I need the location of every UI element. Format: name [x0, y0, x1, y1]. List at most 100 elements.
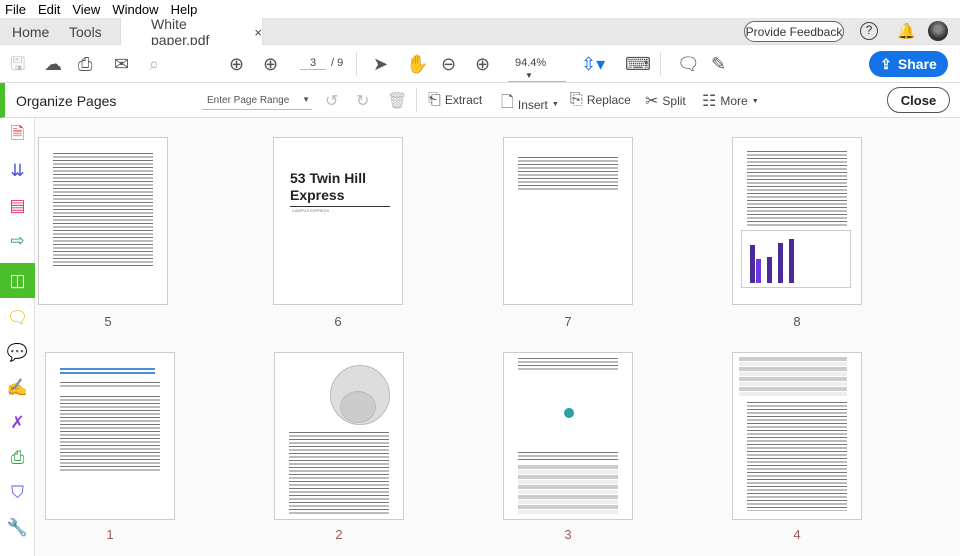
page-label: 3	[564, 527, 572, 542]
close-button[interactable]: Close	[887, 87, 950, 113]
page-thumbnail[interactable]	[732, 352, 862, 520]
create-pdf-icon[interactable]: 🗎	[0, 118, 35, 153]
replace-label: Replace	[586, 93, 631, 107]
scan-ocr-icon[interactable]: ⎙	[0, 440, 35, 475]
page-thumbnail[interactable]	[274, 352, 404, 520]
page-number-input[interactable]: 3	[300, 57, 326, 70]
zoom-value: 94.4%	[515, 57, 547, 69]
fit-page-icon[interactable]: ⇳▾	[581, 54, 605, 74]
split-label: Split	[662, 94, 686, 108]
bell-icon[interactable]: 🔔	[897, 22, 916, 40]
split-button[interactable]: ✂ Split	[645, 91, 686, 111]
print-icon[interactable]: ⎙	[78, 54, 92, 74]
more-label: More	[720, 94, 748, 108]
extract-button[interactable]: ⎗ Extract	[428, 91, 482, 109]
protect-shield-icon[interactable]: ⛉	[0, 475, 35, 510]
menu-help[interactable]: Help	[171, 2, 198, 17]
page-label: 4	[793, 527, 801, 542]
page-thumbnail[interactable]	[503, 352, 633, 520]
page-label: 8	[793, 314, 801, 329]
insert-label: Insert	[517, 97, 548, 112]
insert-icon: 🗋	[501, 94, 514, 111]
table	[739, 357, 847, 397]
comment-icon[interactable]: 🗨	[677, 54, 700, 74]
scissors-icon: ✂	[645, 93, 659, 110]
help-icon[interactable]: ?	[860, 22, 878, 40]
table-of-contents	[518, 156, 618, 190]
more-icon: ☷	[702, 93, 717, 110]
zoom-out-icon[interactable]: ⊖	[441, 54, 456, 74]
tab-tools[interactable]: Tools	[69, 18, 102, 45]
share-label: Share	[897, 56, 937, 72]
menu-window[interactable]: Window	[112, 2, 158, 17]
text-block	[518, 357, 618, 371]
page-label: 5	[104, 314, 112, 329]
organize-pages-bar: Organize Pages Enter Page Range ▼ ↺ ↻ 🗑 ⎗…	[0, 83, 960, 118]
cover-title: 53 Twin Hill Express	[290, 170, 390, 207]
diagram-inner	[340, 391, 376, 423]
page-thumbnail[interactable]	[38, 137, 168, 305]
text-block	[60, 395, 160, 473]
page-thumbnail[interactable]	[732, 137, 862, 305]
text-block	[518, 451, 618, 461]
extract-icon: ⎗	[428, 91, 441, 108]
combine-files-icon[interactable]: ⇊	[0, 153, 35, 188]
page-label: 1	[106, 527, 114, 542]
replace-icon: ⎘	[570, 91, 583, 108]
zoom-in-icon[interactable]: ⊕	[475, 54, 490, 74]
previous-page-icon[interactable]: ⊕	[229, 54, 244, 74]
provide-feedback-button[interactable]: Provide Feedback	[744, 21, 844, 42]
page-thumbnail[interactable]	[503, 137, 633, 305]
diagram	[564, 408, 574, 418]
comment-icon[interactable]: 💬	[0, 335, 35, 370]
table	[518, 465, 618, 515]
replace-button[interactable]: ⎘ Replace	[570, 91, 631, 109]
rotate-right-icon[interactable]: ↻	[356, 91, 369, 111]
extract-label: Extract	[444, 93, 483, 107]
more-tools-icon[interactable]: 🔧	[0, 510, 35, 545]
tools-sidebar: 🗎 ⇊ ▤ ⇨ ◫ 🗨 💬 ✍ ✗ ⎙ ⛉ 🔧	[0, 118, 35, 556]
text-block	[747, 401, 847, 511]
chevron-down-icon: ▼	[302, 95, 310, 104]
close-tab-icon[interactable]: ×	[254, 25, 262, 40]
scroll-mode-icon[interactable]: ⌨	[625, 54, 651, 74]
main-toolbar: 🖫 ☁ ⎙ ✉ ⌕ ⊕ ⊕ 3 / 9 ➤ ✋ ⊖ ⊕ 94.4% ▼ ⇳▾ ⌨…	[0, 45, 960, 83]
organize-pages-icon[interactable]: ◫	[0, 263, 35, 298]
page-thumbnail[interactable]: 53 Twin Hill Express CAMPUS EXPRESS	[273, 137, 403, 305]
menu-bar: File Edit View Window Help	[0, 0, 960, 18]
request-signature-icon[interactable]: ✗	[0, 405, 35, 440]
next-page-icon[interactable]: ⊕	[263, 54, 278, 74]
tab-home[interactable]: Home	[12, 18, 49, 45]
fill-sign-icon[interactable]: ✍	[0, 370, 35, 405]
hand-tool-icon[interactable]: ✋	[406, 54, 428, 74]
avatar[interactable]	[928, 21, 948, 41]
more-button[interactable]: ☷ More ▼	[702, 91, 759, 111]
zoom-select[interactable]: 94.4% ▼	[508, 57, 566, 82]
menu-view[interactable]: View	[72, 2, 100, 17]
page-range-select[interactable]: Enter Page Range ▼	[202, 92, 312, 110]
send-comments-icon[interactable]: 🗨	[0, 300, 35, 335]
menu-file[interactable]: File	[5, 2, 26, 17]
text-block	[747, 150, 847, 226]
upload-cloud-icon[interactable]: ☁	[44, 54, 62, 74]
rotate-left-icon[interactable]: ↺	[325, 91, 338, 111]
total-pages: / 9	[331, 57, 344, 69]
search-icon[interactable]: ⌕	[149, 54, 159, 74]
select-cursor-icon[interactable]: ➤	[373, 54, 388, 74]
organize-pages-title: Organize Pages	[16, 93, 117, 109]
page-thumbnail[interactable]	[45, 352, 175, 520]
text-block	[60, 381, 160, 389]
page-label: 2	[335, 527, 343, 542]
tab-document-label: White paper.pdf	[151, 16, 210, 48]
email-icon[interactable]: ✉	[114, 54, 129, 74]
save-icon[interactable]: 🖫	[10, 54, 25, 74]
highlight-pen-icon[interactable]: ✎	[711, 54, 726, 74]
delete-icon[interactable]: 🗑	[387, 91, 407, 111]
text-block	[53, 152, 153, 267]
menu-edit[interactable]: Edit	[38, 2, 60, 17]
insert-button[interactable]: 🗋 Insert ▼	[501, 91, 559, 118]
share-button[interactable]: ⇪ Share	[869, 51, 948, 77]
export-pdf-icon[interactable]: ⇨	[0, 223, 35, 258]
edit-pdf-icon[interactable]: ▤	[0, 188, 35, 223]
tab-document[interactable]: White paper.pdf ×	[120, 16, 263, 48]
